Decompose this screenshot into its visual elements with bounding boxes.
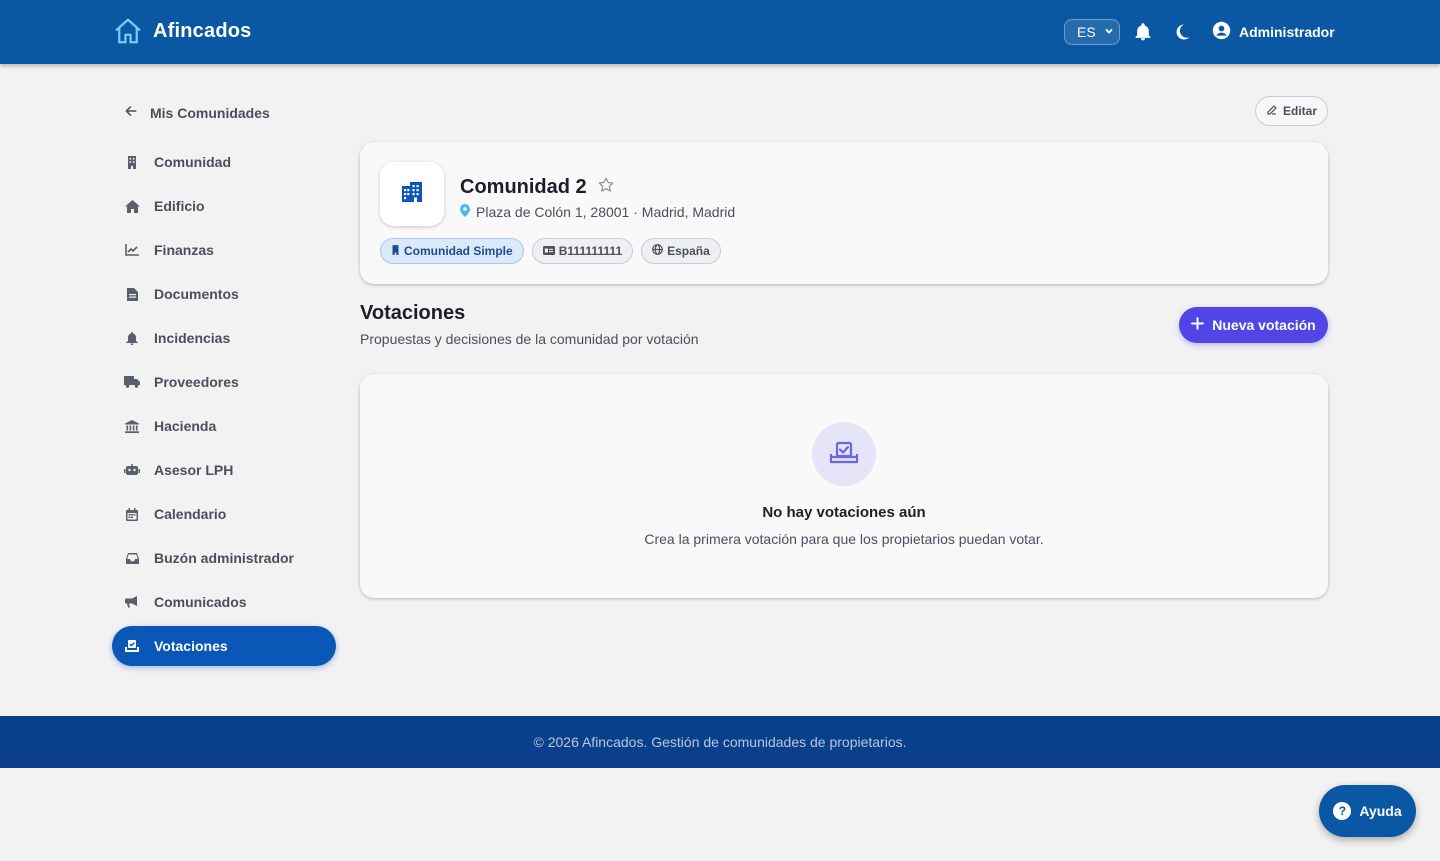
community-card: Comunidad 2 Plaza de Colón 1, 28001 · Ma… bbox=[360, 142, 1328, 284]
sidebar-item-label: Documentos bbox=[154, 286, 239, 302]
truck-icon bbox=[124, 374, 140, 390]
sidebar-item-label: Calendario bbox=[154, 506, 227, 522]
brand-name: Afincados bbox=[153, 19, 252, 42]
language-select[interactable]: ES bbox=[1064, 19, 1120, 45]
bank-icon bbox=[124, 418, 140, 434]
sidebar-item-asesor-lph[interactable]: Asesor LPH bbox=[112, 450, 336, 490]
sidebar-item-label: Incidencias bbox=[154, 330, 231, 346]
country-chip: España bbox=[641, 238, 721, 264]
section-title: Votaciones bbox=[360, 302, 466, 324]
new-vote-button[interactable]: Nueva votación bbox=[1179, 307, 1328, 343]
top-app-bar: Afincados ES Administrador bbox=[0, 0, 1440, 64]
empty-state-subtitle: Crea la primera votación para que los pr… bbox=[644, 531, 1044, 547]
help-label: Ayuda bbox=[1359, 803, 1402, 819]
location-pin-icon bbox=[460, 204, 470, 220]
brand-link[interactable]: Afincados bbox=[113, 16, 251, 46]
sidebar-item-label: Asesor LPH bbox=[154, 462, 234, 478]
edit-icon bbox=[1266, 104, 1278, 119]
arrow-left-icon bbox=[124, 104, 138, 121]
footer: © 2026 Afincados. Gestión de comunidades… bbox=[0, 716, 1440, 768]
help-button[interactable]: ? Ayuda bbox=[1319, 785, 1416, 837]
inbox-icon bbox=[124, 550, 140, 566]
section-subtitle: Propuestas y decisiones de la comunidad … bbox=[360, 331, 699, 347]
sidebar-item-label: Buzón administrador bbox=[154, 550, 295, 566]
ballot-box-icon bbox=[829, 440, 859, 469]
sidebar-item-label: Edificio bbox=[154, 198, 205, 214]
user-menu[interactable]: Administrador bbox=[1212, 21, 1335, 43]
sidebar-item-finanzas[interactable]: Finanzas bbox=[112, 230, 336, 270]
sidebar-item-incidencias[interactable]: Incidencias bbox=[112, 318, 336, 358]
sidebar-item-edificio[interactable]: Edificio bbox=[112, 186, 336, 226]
notifications-bell-icon[interactable] bbox=[1133, 22, 1153, 42]
empty-state-title: No hay votaciones aún bbox=[762, 504, 926, 521]
megaphone-icon bbox=[124, 594, 140, 610]
sidebar-item-calendario[interactable]: Calendario bbox=[112, 494, 336, 534]
sidebar-item-label: Votaciones bbox=[154, 638, 228, 654]
sidebar-item-label: Proveedores bbox=[154, 374, 239, 390]
calendar-icon bbox=[124, 506, 140, 522]
community-title-row: Comunidad 2 bbox=[460, 176, 615, 199]
edit-label: Editar bbox=[1282, 104, 1317, 118]
language-value: ES bbox=[1077, 24, 1096, 40]
sidebar-item-hacienda[interactable]: Hacienda bbox=[112, 406, 336, 446]
home-icon bbox=[124, 198, 140, 214]
sidebar-item-documentos[interactable]: Documentos bbox=[112, 274, 336, 314]
sidebar-item-label: Comunidad bbox=[154, 154, 231, 170]
sidebar-item-comunidad[interactable]: Comunidad bbox=[112, 142, 336, 182]
new-vote-label: Nueva votación bbox=[1212, 317, 1316, 333]
footer-text: © 2026 Afincados. Gestión de comunidades… bbox=[533, 734, 907, 750]
apartment-building-icon bbox=[400, 180, 424, 209]
community-address: Plaza de Colón 1, 28001 · Madrid, Madrid bbox=[460, 204, 735, 220]
robot-icon bbox=[124, 462, 140, 478]
document-icon bbox=[124, 286, 140, 302]
sidebar-item-label: Finanzas bbox=[154, 242, 214, 258]
help-question-icon: ? bbox=[1333, 802, 1352, 820]
chevron-down-icon bbox=[1104, 26, 1114, 39]
home-icon bbox=[113, 16, 143, 46]
community-address-text: Plaza de Colón 1, 28001 · Madrid, Madrid bbox=[476, 204, 736, 220]
sidebar-item-label: Comunicados bbox=[154, 594, 247, 610]
sidebar-item-proveedores[interactable]: Proveedores bbox=[112, 362, 336, 402]
globe-icon bbox=[652, 244, 663, 258]
community-chips: Comunidad Simple B111111111 España bbox=[380, 238, 721, 264]
chart-line-icon bbox=[124, 242, 140, 258]
edit-button[interactable]: Editar bbox=[1255, 96, 1328, 126]
back-to-communities-link[interactable]: Mis Comunidades bbox=[124, 104, 270, 121]
sidebar-item-comunicados[interactable]: Comunicados bbox=[112, 582, 336, 622]
user-name: Administrador bbox=[1239, 24, 1335, 40]
sidebar-nav: Comunidad Edificio Finanzas Documentos I… bbox=[112, 142, 336, 670]
ballot-icon bbox=[124, 638, 140, 654]
plus-icon bbox=[1191, 317, 1205, 333]
building-icon bbox=[124, 154, 140, 170]
favorite-star-icon[interactable] bbox=[597, 176, 615, 199]
community-type-chip: Comunidad Simple bbox=[380, 238, 524, 264]
account-circle-icon bbox=[1212, 21, 1231, 43]
id-card-icon bbox=[542, 244, 555, 258]
sidebar-item-label: Hacienda bbox=[154, 418, 217, 434]
dark-mode-moon-icon[interactable] bbox=[1172, 22, 1192, 42]
country-label: España bbox=[667, 244, 710, 258]
empty-state-icon-circle bbox=[812, 422, 876, 486]
sidebar-item-votaciones[interactable]: Votaciones bbox=[112, 626, 336, 666]
cif-label: B111111111 bbox=[558, 244, 623, 258]
community-avatar bbox=[380, 162, 444, 226]
sidebar-item-buzon-administrador[interactable]: Buzón administrador bbox=[112, 538, 336, 578]
community-name: Comunidad 2 bbox=[460, 176, 587, 198]
cif-chip: B111111111 bbox=[531, 238, 634, 264]
empty-state-card: No hay votaciones aún Crea la primera vo… bbox=[360, 374, 1328, 598]
building-icon bbox=[391, 244, 400, 258]
community-type-label: Comunidad Simple bbox=[404, 244, 513, 258]
back-label: Mis Comunidades bbox=[150, 104, 270, 121]
bell-icon bbox=[124, 330, 140, 346]
